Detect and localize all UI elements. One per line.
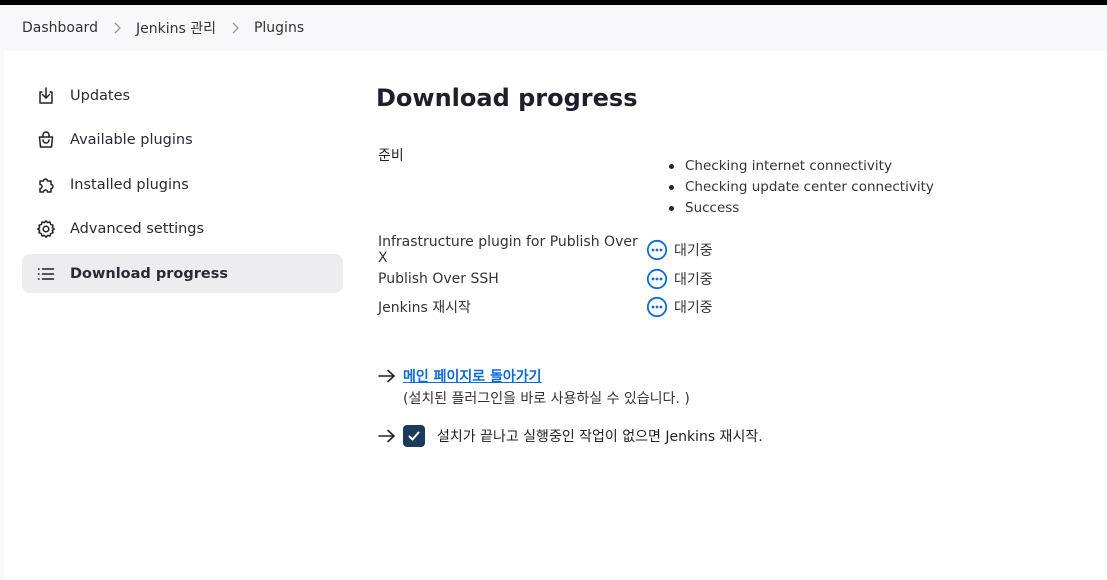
back-note: (설치된 플러그인을 바로 사용하실 수 있습니다. ) (403, 390, 690, 407)
sidebar: Updates Available plugins Installed plug… (22, 76, 343, 299)
status-text: 대기중 (674, 271, 713, 288)
pending-icon (646, 240, 668, 261)
install-status-table: Infrastructure plugin for Publish Over X… (376, 234, 1076, 322)
sidebar-item-installed-plugins[interactable]: Installed plugins (22, 165, 343, 204)
sidebar-item-label: Available plugins (70, 132, 193, 148)
status-badge: 대기중 (646, 239, 713, 261)
arrow-right-icon (376, 366, 396, 386)
pending-icon (646, 268, 668, 289)
restart-checkbox[interactable] (403, 424, 425, 447)
sidebar-item-advanced-settings[interactable]: Advanced settings (22, 210, 343, 249)
arrow-right-icon (376, 426, 396, 446)
status-text: 대기중 (674, 300, 713, 317)
restart-row: 설치가 끝나고 실행중인 작업이 없으면 Jenkins 재시작. (376, 424, 1076, 447)
sidebar-item-download-progress[interactable]: Download progress (22, 254, 343, 293)
sidebar-item-label: Installed plugins (70, 176, 189, 193)
restart-label[interactable]: 설치가 끝나고 실행중인 작업이 없으면 Jenkins 재시작. (437, 426, 763, 446)
table-row: Publish Over SSH 대기중 (376, 265, 1076, 294)
chevron-right-icon (112, 22, 122, 34)
back-to-main-link[interactable]: 메인 페이지로 돌아가기 (403, 369, 542, 385)
page-title: Download progress (376, 84, 638, 112)
list-item: Checking internet connectivity (669, 156, 934, 177)
sidebar-item-available-plugins[interactable]: Available plugins (22, 121, 343, 160)
puzzle-icon (36, 175, 56, 195)
download-icon (36, 86, 56, 106)
status-text: 대기중 (674, 243, 713, 260)
breadcrumb-plugins[interactable]: Plugins (254, 20, 304, 36)
main-content: Download progress 준비 Checking internet c… (376, 84, 1076, 447)
breadcrumb: Dashboard Jenkins 관리 Plugins (0, 5, 1107, 51)
list-icon (36, 264, 56, 284)
breadcrumb-jenkins-manage[interactable]: Jenkins 관리 (136, 18, 216, 38)
list-item: Success (669, 198, 934, 219)
checkmark-icon (408, 431, 420, 440)
list-item: Checking update center connectivity (669, 177, 934, 198)
status-badge: 대기중 (646, 296, 713, 318)
back-to-main-row: 메인 페이지로 돌아가기 (설치된 플러그인을 바로 사용하실 수 있습니다. … (376, 366, 1076, 408)
chevron-right-icon (230, 22, 240, 34)
plugin-name: Infrastructure plugin for Publish Over X (378, 234, 638, 267)
sidebar-item-label: Updates (70, 87, 131, 104)
actions: 메인 페이지로 돌아가기 (설치된 플러그인을 바로 사용하실 수 있습니다. … (376, 366, 1076, 447)
status-badge: 대기중 (646, 268, 713, 290)
table-row: Jenkins 재시작 대기중 (376, 293, 1076, 322)
pending-icon (646, 297, 668, 318)
plugin-name: Jenkins 재시작 (378, 300, 471, 317)
connectivity-checks: Checking internet connectivity Checking … (669, 156, 934, 219)
sidebar-item-label: Advanced settings (70, 221, 205, 237)
sidebar-item-label: Download progress (70, 265, 228, 282)
table-row: Infrastructure plugin for Publish Over X… (376, 234, 1076, 267)
plugin-name: Publish Over SSH (378, 270, 499, 287)
sidebar-item-updates[interactable]: Updates (22, 76, 343, 115)
breadcrumb-dashboard[interactable]: Dashboard (22, 20, 98, 36)
content-panel: Updates Available plugins Installed plug… (4, 51, 1107, 580)
gear-icon (36, 219, 56, 239)
preparation-label: 준비 (378, 148, 404, 164)
preparation-section: 준비 Checking internet connectivity Checki… (376, 145, 1076, 216)
shopping-bag-icon (36, 130, 56, 150)
